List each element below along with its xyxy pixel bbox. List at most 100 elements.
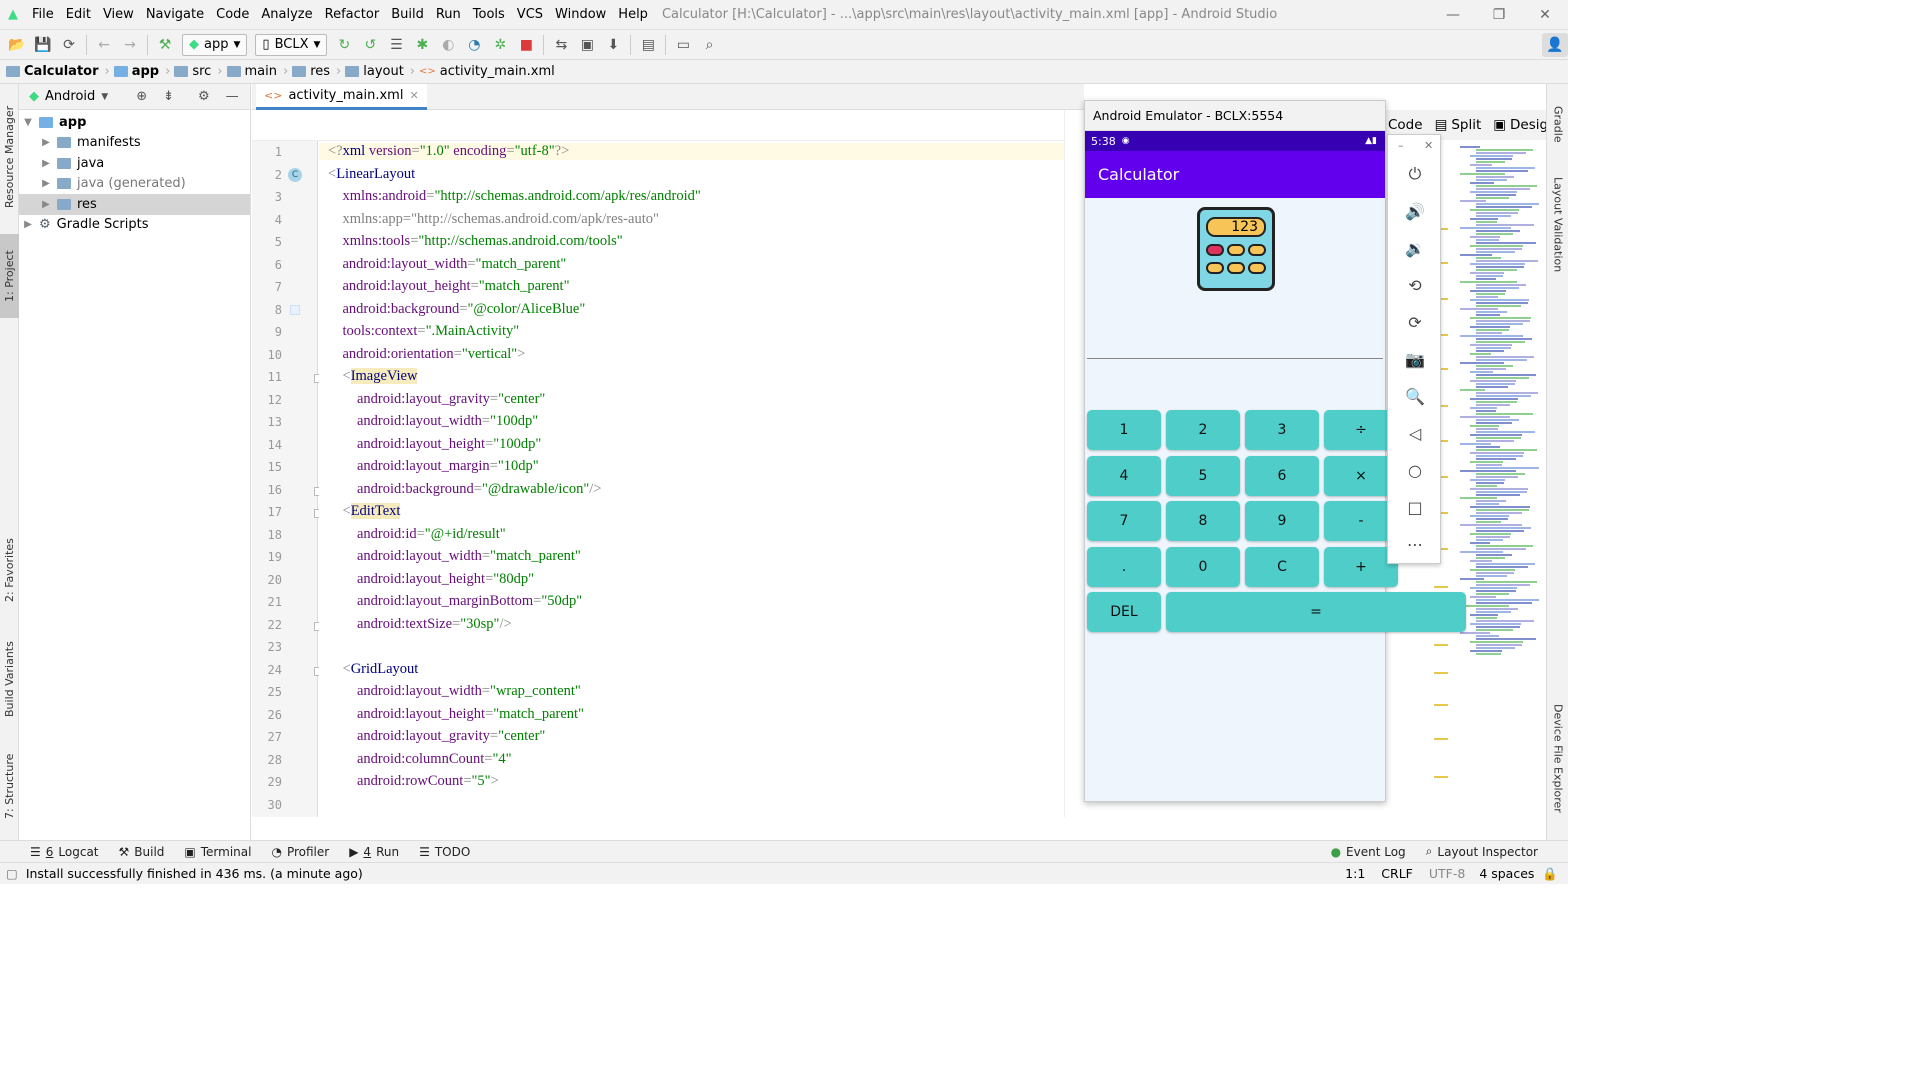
- menu-analyze[interactable]: Analyze: [255, 7, 318, 22]
- volume-down-icon[interactable]: 🔉: [1388, 233, 1442, 263]
- calc-key-3-2[interactable]: C: [1245, 547, 1319, 587]
- menu-refactor[interactable]: Refactor: [319, 7, 386, 22]
- build-variants-tab[interactable]: Build Variants: [0, 634, 19, 724]
- sdk-manager-icon[interactable]: ⬇: [600, 33, 626, 57]
- save-icon[interactable]: 💾: [30, 33, 56, 57]
- menu-tools[interactable]: Tools: [467, 7, 511, 22]
- profiler-tab[interactable]: ◔ Profiler: [261, 845, 339, 859]
- project-structure-icon[interactable]: ▤: [635, 33, 661, 57]
- rotate-right-icon[interactable]: ⟳: [1388, 307, 1442, 337]
- volume-up-icon[interactable]: 🔊: [1388, 196, 1442, 226]
- minimize-button[interactable]: —: [1430, 0, 1476, 30]
- apply-changes-icon[interactable]: ↺: [357, 33, 383, 57]
- more-icon[interactable]: ⋯: [1388, 529, 1442, 559]
- calc-key-0-1[interactable]: 2: [1166, 410, 1240, 450]
- attach-debugger-icon[interactable]: ✲: [487, 33, 513, 57]
- camera-icon[interactable]: 📷: [1388, 344, 1442, 374]
- tab-activity-main-xml[interactable]: <> activity_main.xml ✕: [256, 84, 427, 110]
- breadcrumb-item[interactable]: <> activity_main.xml: [419, 64, 559, 79]
- tree-item[interactable]: ▶ java: [19, 153, 250, 174]
- line-separator[interactable]: CRLF: [1381, 866, 1413, 881]
- warning-marker[interactable]: [1434, 644, 1448, 646]
- gradle-sync-icon[interactable]: ⇆: [548, 33, 574, 57]
- breadcrumb-item[interactable]: layout ›: [345, 64, 419, 79]
- menu-navigate[interactable]: Navigate: [140, 7, 210, 22]
- calc-key-0-2[interactable]: 3: [1245, 410, 1319, 450]
- tree-item[interactable]: ▶ manifests: [19, 133, 250, 154]
- run-tab[interactable]: ▶ 4 Run: [339, 845, 409, 859]
- result-input[interactable]: [1087, 358, 1383, 359]
- project-tab[interactable]: 1: Project: [0, 234, 19, 318]
- power-icon[interactable]: ⏻: [1388, 159, 1442, 189]
- zoom-icon[interactable]: 🔍: [1388, 381, 1442, 411]
- project-view-selector[interactable]: Android: [45, 89, 95, 104]
- layout-validation-tab[interactable]: Layout Validation: [1548, 170, 1568, 280]
- maximize-button[interactable]: ❐: [1476, 0, 1522, 30]
- calc-key-1-0[interactable]: 4: [1087, 456, 1161, 496]
- breadcrumb-item[interactable]: src ›: [174, 64, 226, 79]
- calc-key-4-1[interactable]: =: [1166, 592, 1466, 632]
- sync-icon[interactable]: ⟳: [56, 33, 82, 57]
- hide-panel-icon[interactable]: —: [226, 89, 239, 104]
- device-combo[interactable]: ▯ BCLX ▼: [255, 33, 328, 56]
- menu-view[interactable]: View: [97, 7, 140, 22]
- chevron-right-icon[interactable]: ▶: [21, 219, 35, 230]
- chevron-right-icon[interactable]: ▶: [39, 158, 53, 169]
- calc-key-3-0[interactable]: .: [1087, 547, 1161, 587]
- indent-setting[interactable]: 4 spaces: [1479, 866, 1534, 881]
- favorites-tab[interactable]: 2: Favorites: [0, 528, 19, 612]
- chevron-right-icon[interactable]: ▶: [39, 137, 53, 148]
- tree-item[interactable]: ▼ app: [19, 112, 250, 133]
- forward-arrow-icon[interactable]: →: [117, 33, 143, 57]
- terminal-window-icon[interactable]: ▭: [670, 33, 696, 57]
- rotate-left-icon[interactable]: ⟲: [1388, 270, 1442, 300]
- resource-manager-tab[interactable]: Resource Manager: [0, 98, 19, 216]
- code-editor[interactable]: <?xml version="1.0" encoding="utf-8"?> <L…: [319, 141, 1064, 817]
- make-project-hammer-icon[interactable]: ⚒: [152, 33, 178, 57]
- terminal-tab[interactable]: ▣ Terminal: [174, 845, 261, 859]
- locate-icon[interactable]: ⊕: [136, 89, 147, 104]
- event-log-tab[interactable]: ● Event Log: [1321, 845, 1416, 859]
- warning-marker[interactable]: [1434, 776, 1448, 778]
- build-tab[interactable]: ⚒ Build: [109, 845, 175, 859]
- home-icon[interactable]: ○: [1388, 455, 1442, 485]
- breadcrumb-item[interactable]: main ›: [226, 64, 293, 79]
- warning-marker[interactable]: [1434, 586, 1448, 588]
- calc-key-2-0[interactable]: 7: [1087, 501, 1161, 541]
- breadcrumb-item[interactable]: res ›: [292, 64, 345, 79]
- collapse-all-icon[interactable]: ⇟: [163, 89, 174, 104]
- warning-marker[interactable]: [1434, 704, 1448, 706]
- calc-key-2-1[interactable]: 8: [1166, 501, 1240, 541]
- calc-key-4-0[interactable]: DEL: [1087, 592, 1161, 632]
- code-mode-tab[interactable]: Code: [1388, 117, 1423, 133]
- gradle-tab[interactable]: Gradle: [1548, 94, 1568, 154]
- debug-icon[interactable]: ✱: [409, 33, 435, 57]
- calc-key-0-0[interactable]: 1: [1087, 410, 1161, 450]
- chevron-down-icon[interactable]: ▼: [21, 117, 35, 128]
- class-marker-icon[interactable]: C: [288, 168, 302, 182]
- back-arrow-icon[interactable]: ←: [91, 33, 117, 57]
- calc-key-2-2[interactable]: 9: [1245, 501, 1319, 541]
- chevron-right-icon[interactable]: ▶: [39, 199, 53, 210]
- overview-icon[interactable]: □: [1388, 492, 1442, 522]
- menu-edit[interactable]: Edit: [60, 7, 97, 22]
- menu-help[interactable]: Help: [612, 7, 654, 22]
- calc-key-1-1[interactable]: 5: [1166, 456, 1240, 496]
- device-file-explorer-tab[interactable]: Device File Explorer: [1548, 698, 1568, 818]
- layout-inspector-tab[interactable]: ⌕ Layout Inspector: [1416, 844, 1548, 859]
- structure-tab[interactable]: 7: Structure: [0, 746, 19, 826]
- stop-icon[interactable]: ■: [513, 33, 539, 57]
- menu-file[interactable]: File: [26, 7, 60, 22]
- rerun-icon[interactable]: ↻: [331, 33, 357, 57]
- file-encoding[interactable]: UTF-8: [1429, 866, 1465, 881]
- coverage-icon[interactable]: ◐: [435, 33, 461, 57]
- calc-key-3-1[interactable]: 0: [1166, 547, 1240, 587]
- logcat-tab[interactable]: ☰ 6 Logcat: [20, 845, 109, 859]
- chevron-down-icon[interactable]: ▼: [101, 92, 108, 102]
- breadcrumb-item[interactable]: app ›: [113, 64, 175, 79]
- gear-icon[interactable]: ⚙: [198, 89, 210, 104]
- menu-window[interactable]: Window: [549, 7, 612, 22]
- split-mode-tab[interactable]: ▤ Split: [1435, 117, 1482, 133]
- menu-code[interactable]: Code: [210, 7, 255, 22]
- close-window-button[interactable]: ✕: [1522, 0, 1568, 30]
